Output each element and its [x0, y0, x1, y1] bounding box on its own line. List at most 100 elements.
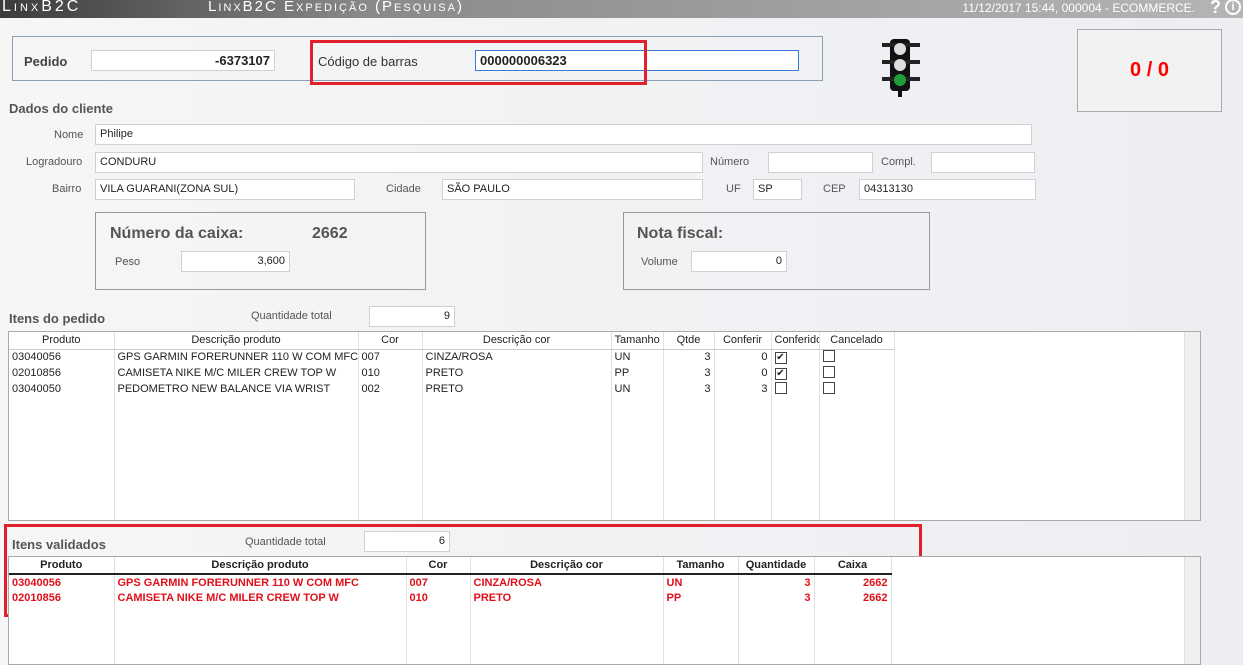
itens-validados-scrollbar[interactable] — [1184, 557, 1200, 664]
cell-tam: PP — [663, 590, 739, 606]
cell-tam: UN — [611, 349, 664, 365]
nome-input[interactable]: Philipe — [95, 124, 1032, 145]
conferido-checkbox[interactable] — [774, 381, 787, 394]
cancelado-checkbox[interactable] — [822, 381, 835, 394]
highlight-box — [310, 40, 647, 85]
cell-desc_cor: PRETO — [422, 381, 612, 397]
app-logo: LinxB2C — [2, 0, 82, 15]
session-status: 11/12/2017 15:44, 000004 - ECOMMERCE. — [962, 1, 1195, 15]
column-header[interactable]: Conferir — [714, 332, 772, 350]
cell-cancelado — [819, 349, 895, 365]
column-header[interactable]: Produto — [9, 557, 115, 575]
itens-pedido-title: Itens do pedido — [9, 311, 106, 326]
cell-conferir: 0 — [714, 365, 772, 381]
info-icon[interactable]: i — [1225, 0, 1241, 15]
bairro-label: Bairro — [52, 183, 82, 195]
itens-pedido-qtd-label: Quantidade total — [251, 310, 332, 322]
cell-desc: PEDOMETRO NEW BALANCE VIA WRIST — [114, 381, 359, 397]
cell-conferido: ✔ — [771, 349, 820, 365]
cell-cor: 002 — [358, 381, 423, 397]
cell-desc: GPS GARMIN FORERUNNER 110 W COM MFC — [114, 349, 359, 365]
column-header[interactable]: Descrição cor — [422, 332, 612, 350]
counter-display: 0 / 0 — [1077, 29, 1222, 112]
column-header[interactable]: Tamanho — [611, 332, 664, 350]
cell-cancelado — [819, 365, 895, 381]
itens-validados-grid: Produto Descrição produto Cor Descrição cor… — [8, 556, 1201, 665]
peso-input[interactable]: 3,600 — [181, 251, 290, 272]
cell-tam: UN — [611, 381, 664, 397]
itens-pedido-scrollbar[interactable] — [1184, 332, 1200, 520]
column-header[interactable]: Qtde — [663, 332, 715, 350]
conferido-checkbox[interactable]: ✔ — [774, 367, 787, 380]
uf-label: UF — [726, 183, 741, 195]
cell-cor: 007 — [358, 349, 423, 365]
column-header[interactable]: Cancelado — [819, 332, 895, 350]
bairro-input[interactable]: VILA GUARANI(ZONA SUL) — [95, 179, 355, 200]
cep-input[interactable]: 04313130 — [859, 179, 1036, 200]
help-icon[interactable]: ? — [1210, 0, 1221, 18]
cell-conferido: ✔ — [771, 365, 820, 381]
itens-pedido-qtd: 9 — [369, 306, 455, 327]
column-header[interactable]: Tamanho — [663, 557, 739, 575]
pedido-input[interactable]: -6373107 — [91, 50, 275, 71]
cell-desc: GPS GARMIN FORERUNNER 110 W COM MFC — [114, 574, 407, 590]
column-header[interactable]: Produto — [9, 332, 115, 350]
window-title: LinxB2C Expedição (Pesquisa) — [208, 0, 464, 15]
cell-produto: 03040056 — [9, 574, 115, 590]
cell-desc_cor: CINZA/ROSA — [422, 349, 612, 365]
cell-qtde: 3 — [663, 381, 715, 397]
cidade-label: Cidade — [386, 183, 421, 195]
cancelado-checkbox[interactable] — [822, 349, 835, 362]
cell-cor: 010 — [406, 590, 471, 606]
numero-label: Número — [710, 156, 750, 168]
cell-tam: PP — [611, 365, 664, 381]
cell-produto: 03040050 — [9, 381, 115, 397]
traffic-light-icon — [882, 39, 920, 97]
cell-conferir: 0 — [714, 349, 772, 365]
cell-qtd: 3 — [738, 590, 815, 606]
cancelado-checkbox[interactable] — [822, 365, 835, 378]
column-header[interactable]: Conferido — [771, 332, 820, 350]
itens-validados-qtd: 6 — [364, 531, 450, 552]
numero-input[interactable] — [768, 152, 873, 173]
column-header[interactable]: Cor — [358, 332, 423, 350]
column-header[interactable]: Descrição cor — [470, 557, 664, 575]
logradouro-label: Logradouro — [26, 156, 83, 168]
cell-qtde: 3 — [663, 365, 715, 381]
table-row[interactable]: 03040056 GPS GARMIN FORERUNNER 110 W COM … — [9, 349, 895, 365]
cell-cor: 007 — [406, 574, 471, 590]
cell-caixa: 2662 — [814, 590, 892, 606]
nota-title: Nota fiscal: — [637, 225, 724, 242]
cell-produto: 02010856 — [9, 365, 115, 381]
cep-label: CEP — [823, 183, 846, 195]
column-header[interactable]: Quantidade — [738, 557, 815, 575]
cell-cor: 010 — [358, 365, 423, 381]
peso-label: Peso — [115, 256, 141, 268]
cliente-title: Dados do cliente — [9, 101, 114, 116]
volume-label: Volume — [641, 256, 678, 268]
cell-desc_cor: PRETO — [422, 365, 612, 381]
cell-desc: CAMISETA NIKE M/C MILER CREW TOP W — [114, 590, 407, 606]
logradouro-input[interactable]: CONDURU — [95, 152, 703, 173]
volume-input[interactable]: 0 — [691, 251, 787, 272]
column-header[interactable]: Caixa — [814, 557, 892, 575]
column-header[interactable]: Descrição produto — [114, 332, 359, 350]
uf-input[interactable]: SP — [753, 179, 802, 200]
cell-desc_cor: CINZA/ROSA — [470, 574, 664, 590]
column-header[interactable]: Cor — [406, 557, 471, 575]
pedido-label: Pedido — [24, 54, 68, 69]
compl-input[interactable] — [931, 152, 1035, 173]
filler-row — [9, 397, 895, 520]
table-row[interactable]: 03040056 GPS GARMIN FORERUNNER 110 W COM … — [9, 574, 892, 590]
table-row[interactable]: 02010856 CAMISETA NIKE M/C MILER CREW TOP… — [9, 365, 895, 381]
conferido-checkbox[interactable]: ✔ — [774, 351, 787, 364]
itens-validados-qtd-label: Quantidade total — [245, 536, 326, 548]
cell-caixa: 2662 — [814, 574, 892, 590]
table-row[interactable]: 03040050 PEDOMETRO NEW BALANCE VIA WRIST 0… — [9, 381, 895, 397]
cidade-input[interactable]: SÃO PAULO — [442, 179, 703, 200]
table-row[interactable]: 02010856 CAMISETA NIKE M/C MILER CREW TOP… — [9, 590, 892, 606]
cell-produto: 02010856 — [9, 590, 115, 606]
cell-desc: CAMISETA NIKE M/C MILER CREW TOP W — [114, 365, 359, 381]
column-header[interactable]: Descrição produto — [114, 557, 407, 575]
cell-desc_cor: PRETO — [470, 590, 664, 606]
